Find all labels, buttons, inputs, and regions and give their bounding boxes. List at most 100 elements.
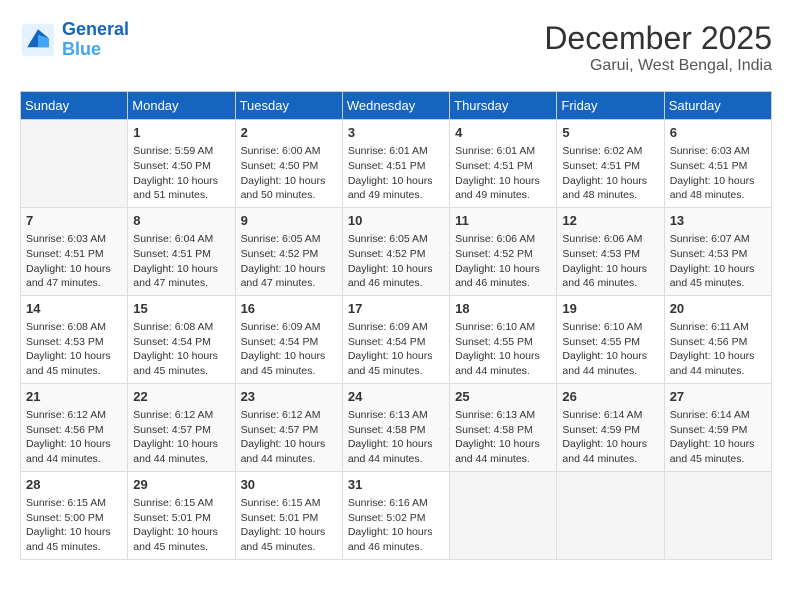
calendar-cell: 21Sunrise: 6:12 AMSunset: 4:56 PMDayligh… [21, 383, 128, 471]
day-number: 6 [670, 124, 766, 142]
calendar-cell: 9 Sunrise: 6:05 AMSunset: 4:52 PMDaylight… [235, 207, 342, 295]
day-info: Sunrise: 6:06 AMSunset: 4:53 PMDaylight:… [562, 232, 658, 291]
calendar-cell [557, 471, 664, 559]
calendar-cell: 16 Sunrise: 6:09 AMSunset: 4:54 PMDayligh… [235, 295, 342, 383]
day-number: 24 [348, 388, 444, 406]
day-number: 14 [26, 300, 122, 318]
calendar-cell: 23 Sunrise: 6:12 AMSunset: 4:57 PMDayligh… [235, 383, 342, 471]
day-info: Sunrise: 6:01 AMSunset: 4:51 PMDaylight:… [455, 144, 551, 203]
day-number: 3 [348, 124, 444, 142]
calendar-week-3: 14 Sunrise: 6:08 AMSunset: 4:53 PMDayligh… [21, 295, 772, 383]
header-monday: Monday [128, 92, 235, 120]
day-number: 25 [455, 388, 551, 406]
calendar-title: December 2025 [544, 20, 772, 57]
day-info: Sunrise: 6:03 AMSunset: 4:51 PMDaylight:… [26, 232, 122, 291]
day-number: 12 [562, 212, 658, 230]
day-info: Sunrise: 6:00 AMSunset: 4:50 PMDaylight:… [241, 144, 337, 203]
day-info: Sunrise: 6:12 AMSunset: 4:57 PMDaylight:… [241, 408, 337, 467]
day-info: Sunrise: 6:02 AMSunset: 4:51 PMDaylight:… [562, 144, 658, 203]
header-wednesday: Wednesday [342, 92, 449, 120]
header-thursday: Thursday [450, 92, 557, 120]
day-info: Sunrise: 6:10 AMSunset: 4:55 PMDaylight:… [455, 320, 551, 379]
calendar-cell: 5Sunrise: 6:02 AMSunset: 4:51 PMDaylight… [557, 120, 664, 208]
day-info: Sunrise: 6:10 AMSunset: 4:55 PMDaylight:… [562, 320, 658, 379]
calendar-cell: 26 Sunrise: 6:14 AMSunset: 4:59 PMDayligh… [557, 383, 664, 471]
calendar-cell: 24 Sunrise: 6:13 AMSunset: 4:58 PMDayligh… [342, 383, 449, 471]
day-info: Sunrise: 6:01 AMSunset: 4:51 PMDaylight:… [348, 144, 444, 203]
day-number: 4 [455, 124, 551, 142]
calendar-cell: 18 Sunrise: 6:10 AMSunset: 4:55 PMDayligh… [450, 295, 557, 383]
calendar-cell: 30Sunrise: 6:15 AMSunset: 5:01 PMDayligh… [235, 471, 342, 559]
calendar-cell: 12 Sunrise: 6:06 AMSunset: 4:53 PMDayligh… [557, 207, 664, 295]
day-info: Sunrise: 6:05 AMSunset: 4:52 PMDaylight:… [348, 232, 444, 291]
calendar-cell: 8Sunrise: 6:04 AMSunset: 4:51 PMDaylight… [128, 207, 235, 295]
calendar-week-1: 1 Sunrise: 5:59 AMSunset: 4:50 PMDaylight… [21, 120, 772, 208]
logo: General Blue [20, 20, 129, 60]
calendar-cell: 15 Sunrise: 6:08 AMSunset: 4:54 PMDayligh… [128, 295, 235, 383]
day-number: 28 [26, 476, 122, 494]
calendar-cell: 14 Sunrise: 6:08 AMSunset: 4:53 PMDayligh… [21, 295, 128, 383]
day-info: Sunrise: 6:11 AMSunset: 4:56 PMDaylight:… [670, 320, 766, 379]
title-block: December 2025 Garui, West Bengal, India [544, 20, 772, 75]
calendar-cell [664, 471, 771, 559]
day-number: 2 [241, 124, 337, 142]
day-info: Sunrise: 6:14 AMSunset: 4:59 PMDaylight:… [562, 408, 658, 467]
day-number: 20 [670, 300, 766, 318]
day-info: Sunrise: 6:07 AMSunset: 4:53 PMDaylight:… [670, 232, 766, 291]
day-info: Sunrise: 6:14 AMSunset: 4:59 PMDaylight:… [670, 408, 766, 467]
day-number: 13 [670, 212, 766, 230]
calendar-cell: 3 Sunrise: 6:01 AMSunset: 4:51 PMDaylight… [342, 120, 449, 208]
calendar-cell: 11 Sunrise: 6:06 AMSunset: 4:52 PMDayligh… [450, 207, 557, 295]
calendar-cell: 2 Sunrise: 6:00 AMSunset: 4:50 PMDaylight… [235, 120, 342, 208]
day-number: 1 [133, 124, 229, 142]
day-info: Sunrise: 6:12 AMSunset: 4:56 PMDaylight:… [26, 408, 122, 467]
calendar-header-row: SundayMondayTuesdayWednesdayThursdayFrid… [21, 92, 772, 120]
calendar-cell: 31Sunrise: 6:16 AMSunset: 5:02 PMDayligh… [342, 471, 449, 559]
calendar-cell: 25 Sunrise: 6:13 AMSunset: 4:58 PMDayligh… [450, 383, 557, 471]
day-number: 8 [133, 212, 229, 230]
day-info: Sunrise: 6:06 AMSunset: 4:52 PMDaylight:… [455, 232, 551, 291]
logo-icon [20, 22, 56, 58]
header-friday: Friday [557, 92, 664, 120]
day-number: 7 [26, 212, 122, 230]
calendar-cell: 20 Sunrise: 6:11 AMSunset: 4:56 PMDayligh… [664, 295, 771, 383]
day-number: 26 [562, 388, 658, 406]
header-sunday: Sunday [21, 92, 128, 120]
day-number: 10 [348, 212, 444, 230]
day-number: 15 [133, 300, 229, 318]
day-number: 23 [241, 388, 337, 406]
day-number: 29 [133, 476, 229, 494]
calendar-table: SundayMondayTuesdayWednesdayThursdayFrid… [20, 91, 772, 560]
day-number: 31 [348, 476, 444, 494]
calendar-cell: 27 Sunrise: 6:14 AMSunset: 4:59 PMDayligh… [664, 383, 771, 471]
day-info: Sunrise: 6:15 AMSunset: 5:00 PMDaylight:… [26, 496, 122, 555]
day-info: Sunrise: 6:08 AMSunset: 4:53 PMDaylight:… [26, 320, 122, 379]
calendar-cell [450, 471, 557, 559]
day-info: Sunrise: 5:59 AMSunset: 4:50 PMDaylight:… [133, 144, 229, 203]
day-info: Sunrise: 6:08 AMSunset: 4:54 PMDaylight:… [133, 320, 229, 379]
calendar-cell: 10 Sunrise: 6:05 AMSunset: 4:52 PMDayligh… [342, 207, 449, 295]
calendar-cell [21, 120, 128, 208]
calendar-cell: 29Sunrise: 6:15 AMSunset: 5:01 PMDayligh… [128, 471, 235, 559]
calendar-cell: 17Sunrise: 6:09 AMSunset: 4:54 PMDayligh… [342, 295, 449, 383]
calendar-cell: 22Sunrise: 6:12 AMSunset: 4:57 PMDayligh… [128, 383, 235, 471]
day-info: Sunrise: 6:09 AMSunset: 4:54 PMDaylight:… [241, 320, 337, 379]
calendar-week-4: 21Sunrise: 6:12 AMSunset: 4:56 PMDayligh… [21, 383, 772, 471]
calendar-cell: 7 Sunrise: 6:03 AMSunset: 4:51 PMDaylight… [21, 207, 128, 295]
day-number: 16 [241, 300, 337, 318]
page-header: General Blue December 2025 Garui, West B… [20, 20, 772, 75]
header-tuesday: Tuesday [235, 92, 342, 120]
calendar-cell: 4 Sunrise: 6:01 AMSunset: 4:51 PMDaylight… [450, 120, 557, 208]
day-number: 9 [241, 212, 337, 230]
day-number: 11 [455, 212, 551, 230]
day-info: Sunrise: 6:13 AMSunset: 4:58 PMDaylight:… [455, 408, 551, 467]
day-info: Sunrise: 6:05 AMSunset: 4:52 PMDaylight:… [241, 232, 337, 291]
day-number: 18 [455, 300, 551, 318]
calendar-week-5: 28 Sunrise: 6:15 AMSunset: 5:00 PMDayligh… [21, 471, 772, 559]
calendar-cell: 1 Sunrise: 5:59 AMSunset: 4:50 PMDaylight… [128, 120, 235, 208]
day-info: Sunrise: 6:15 AMSunset: 5:01 PMDaylight:… [241, 496, 337, 555]
day-number: 22 [133, 388, 229, 406]
day-info: Sunrise: 6:13 AMSunset: 4:58 PMDaylight:… [348, 408, 444, 467]
calendar-cell: 13 Sunrise: 6:07 AMSunset: 4:53 PMDayligh… [664, 207, 771, 295]
day-number: 27 [670, 388, 766, 406]
